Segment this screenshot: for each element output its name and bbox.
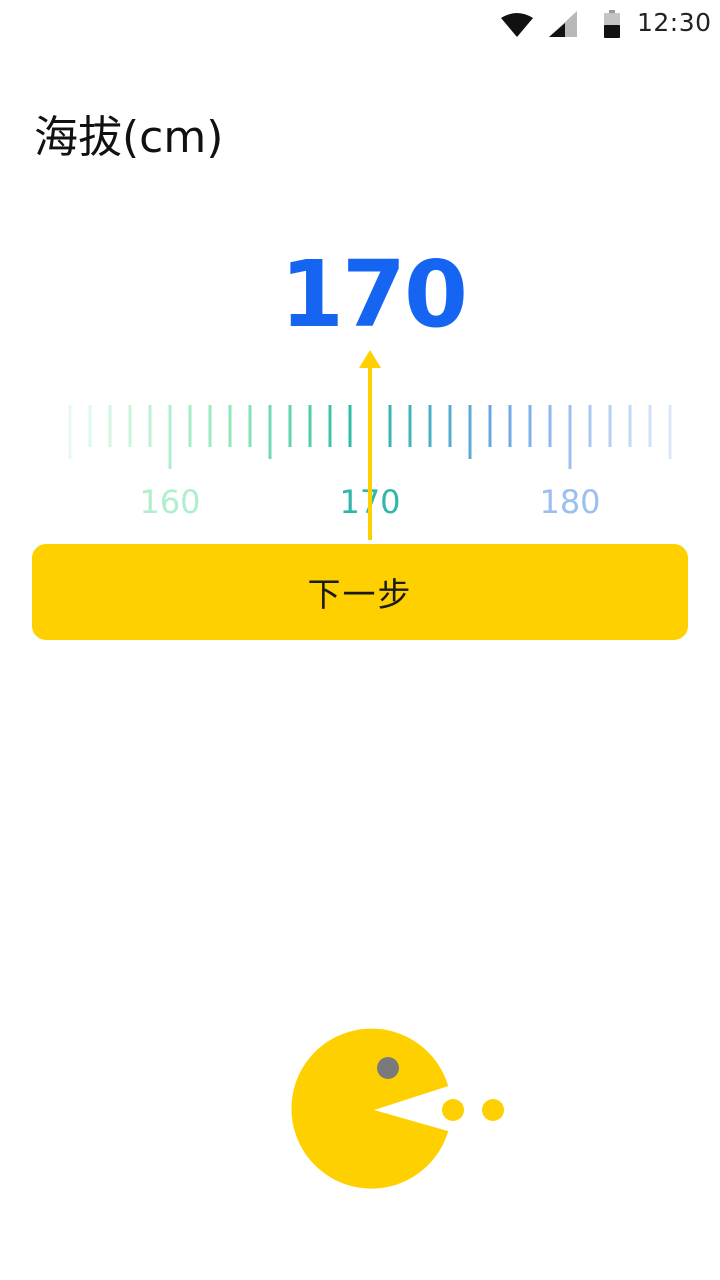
ruler-tick bbox=[568, 405, 572, 469]
ruler-tick bbox=[308, 405, 312, 447]
ruler-tick bbox=[408, 405, 412, 447]
ruler-tick bbox=[508, 405, 512, 447]
height-picker-screen: 12:30 海拔(cm) 170 160 170 180 下一步 bbox=[0, 0, 720, 1280]
ruler-tick bbox=[468, 405, 472, 459]
wifi-icon bbox=[501, 13, 533, 37]
status-bar: 12:30 bbox=[0, 0, 720, 48]
pacman-body bbox=[291, 1028, 449, 1189]
pacman-eye bbox=[377, 1057, 399, 1079]
ruler-tick bbox=[588, 405, 592, 447]
ruler-tick bbox=[428, 405, 432, 447]
ruler-tick bbox=[488, 405, 492, 447]
ruler-tick bbox=[148, 405, 152, 447]
ruler-tick bbox=[188, 405, 192, 447]
ruler-tick bbox=[128, 405, 132, 447]
ruler-tick bbox=[208, 405, 212, 447]
selected-value: 170 bbox=[279, 241, 468, 348]
ruler-tick bbox=[228, 405, 232, 447]
ruler-label: 180 bbox=[539, 483, 600, 521]
ruler-tick bbox=[168, 405, 172, 469]
ruler-tick bbox=[648, 405, 652, 447]
ruler-tick bbox=[348, 405, 352, 447]
ruler-tick bbox=[388, 405, 392, 447]
ruler-tick bbox=[328, 405, 332, 447]
ruler-tick bbox=[88, 405, 92, 447]
ruler-tick bbox=[288, 405, 292, 447]
ruler-tick bbox=[668, 405, 672, 459]
height-ruler[interactable]: 160 170 180 bbox=[0, 340, 720, 540]
ruler-tick bbox=[528, 405, 532, 447]
ruler-tick bbox=[68, 405, 72, 459]
ruler-tick bbox=[628, 405, 632, 447]
cell-signal-icon bbox=[549, 11, 577, 37]
pellet bbox=[442, 1099, 464, 1121]
battery-icon bbox=[604, 10, 620, 38]
pacman-illustration bbox=[291, 1028, 504, 1189]
pellet bbox=[482, 1099, 504, 1121]
ruler-tick bbox=[248, 405, 252, 447]
ruler-tick bbox=[268, 405, 272, 459]
page-title: 海拔(cm) bbox=[34, 112, 224, 163]
status-time: 12:30 bbox=[637, 8, 712, 37]
ruler-label: 160 bbox=[139, 483, 200, 521]
next-step-button[interactable]: 下一步 bbox=[32, 544, 688, 640]
ruler-tick bbox=[608, 405, 612, 447]
ruler-tick bbox=[108, 405, 112, 447]
ruler-tick bbox=[548, 405, 552, 447]
ruler-tick bbox=[448, 405, 452, 447]
